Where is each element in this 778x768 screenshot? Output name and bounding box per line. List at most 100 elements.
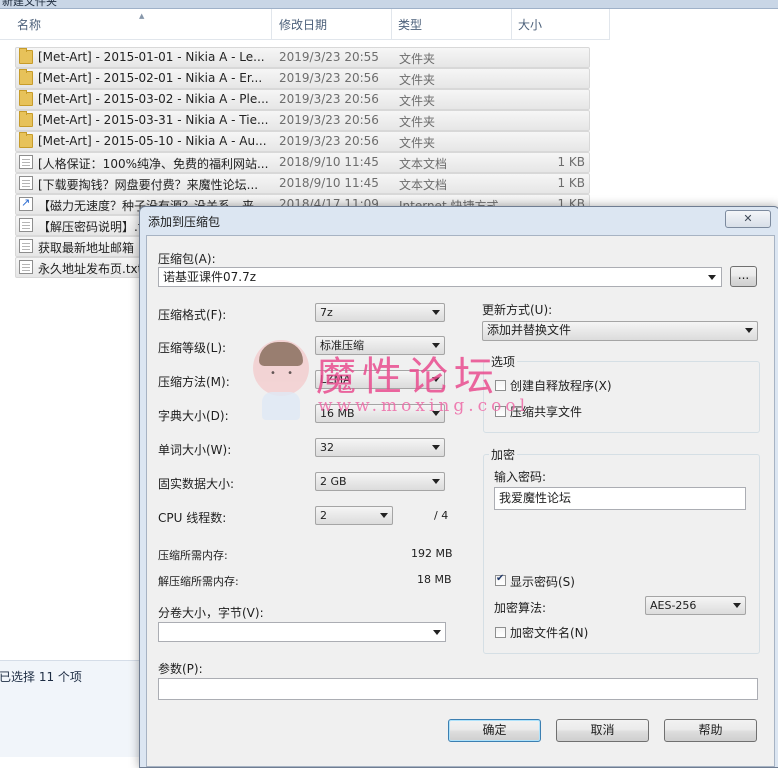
file-row[interactable]: [人格保证：100%纯净、免费的福利网站... 2018/9/10 11:45 文本… — [15, 152, 590, 173]
format-value: 7z — [320, 306, 333, 319]
chevron-down-icon — [708, 275, 716, 280]
ok-button[interactable]: 确定 — [448, 719, 541, 742]
solid-block-label: 固实数据大小: — [158, 477, 235, 491]
column-header-date[interactable]: 修改日期 — [272, 9, 392, 39]
column-header-size[interactable]: 大小 — [512, 9, 610, 39]
chevron-down-icon — [745, 328, 753, 333]
chevron-down-icon — [733, 603, 741, 608]
column-header-name[interactable]: 名称 — [0, 9, 272, 39]
file-type: 文本文档 — [399, 178, 448, 192]
file-name: [人格保证：100%纯净、免费的福利网站... — [38, 157, 269, 171]
file-row[interactable]: [下载要掏钱？网盘要付费？来魔性论坛... 2018/9/10 11:45 文本文档… — [15, 173, 590, 194]
parameters-label: 参数(P): — [158, 662, 203, 676]
encrypt-filenames-label: 加密文件名(N) — [510, 626, 589, 640]
threads-total: / 4 — [434, 509, 449, 522]
archive-label: 压缩包(A): — [158, 252, 216, 266]
file-date: 2019/3/23 20:56 — [279, 134, 379, 148]
file-name: [Met-Art] - 2015-05-10 - Nikia A - Au... — [38, 134, 267, 148]
file-type: 文件夹 — [399, 73, 436, 87]
file-row[interactable]: [Met-Art] - 2015-02-01 - Nikia A - Er...… — [15, 68, 590, 89]
folder-icon — [19, 90, 33, 106]
file-type: 文件夹 — [399, 52, 436, 66]
threads-select[interactable]: 2 — [315, 506, 393, 525]
word-size-label: 单词大小(W): — [158, 443, 232, 457]
file-name: [Met-Art] - 2015-02-01 - Nikia A - Er... — [38, 71, 263, 85]
decompress-memory-value: 18 MB — [417, 573, 452, 586]
archive-path-combobox[interactable]: 诺基亚课件07.7z — [158, 267, 722, 287]
watermark-logo-text: 魔性论坛 — [316, 354, 500, 400]
file-date: 2019/3/23 20:56 — [279, 113, 379, 127]
show-password-label: 显示密码(S) — [510, 575, 575, 589]
cancel-button[interactable]: 取消 — [556, 719, 649, 742]
explorer-title-bar: 新建文件夹 — [0, 0, 778, 9]
explorer-title: 新建文件夹 — [2, 0, 57, 8]
help-button[interactable]: 帮助 — [664, 719, 757, 742]
solid-block-value: 2 GB — [320, 475, 347, 488]
password-input[interactable]: 我爱魔性论坛 — [494, 487, 746, 510]
text-file-icon — [19, 239, 33, 253]
volume-size-combobox[interactable] — [158, 622, 446, 642]
file-row[interactable]: [Met-Art] - 2015-01-01 - Nikia A - Le...… — [15, 47, 590, 68]
file-date: 2019/3/23 20:55 — [279, 50, 379, 64]
file-row[interactable]: [Met-Art] - 2015-05-10 - Nikia A - Au...… — [15, 131, 590, 152]
file-type: 文件夹 — [399, 94, 436, 108]
encryption-method-select[interactable]: AES-256 — [645, 596, 746, 615]
text-file-icon — [19, 176, 33, 190]
cancel-button-label: 取消 — [590, 723, 615, 737]
file-type: 文件夹 — [399, 115, 436, 129]
update-mode-label: 更新方式(U): — [482, 303, 553, 317]
browse-button[interactable]: ... — [730, 266, 757, 287]
folder-icon — [19, 48, 33, 64]
solid-block-select[interactable]: 2 GB — [315, 472, 445, 491]
dialog-client-area: 压缩包(A): 诺基亚课件07.7z ... 压缩格式(F): 7z 压缩等级(… — [146, 235, 775, 767]
parameters-input[interactable] — [158, 678, 758, 700]
format-select[interactable]: 7z — [315, 303, 445, 322]
format-label: 压缩格式(F): — [158, 308, 227, 322]
volume-size-label: 分卷大小，字节(V): — [158, 606, 264, 620]
text-file-icon — [19, 218, 33, 232]
decompress-memory-label: 解压缩所需内存: — [158, 575, 239, 588]
file-name: [Met-Art] - 2015-03-31 - Nikia A - Tie..… — [38, 113, 269, 127]
threads-value: 2 — [320, 509, 327, 522]
file-row[interactable]: [Met-Art] - 2015-03-31 - Nikia A - Tie..… — [15, 110, 590, 131]
folder-icon — [19, 69, 33, 85]
file-date: 2019/3/23 20:56 — [279, 71, 379, 85]
folder-icon — [19, 132, 33, 148]
column-header-date-label: 修改日期 — [279, 18, 328, 32]
file-date: 2019/3/23 20:56 — [279, 92, 379, 106]
watermark-logo-url: www.moxing.cool — [318, 396, 530, 416]
chevron-down-icon — [433, 630, 441, 635]
encryption-group-title: 加密 — [489, 446, 518, 463]
compress-memory-value: 192 MB — [411, 547, 453, 560]
column-header-bar: 名称 ▲ 修改日期 类型 大小 — [0, 9, 610, 40]
file-name: [下载要掏钱？网盘要付费？来魔性论坛... — [38, 178, 259, 192]
update-mode-value: 添加并替换文件 — [487, 323, 572, 337]
show-password-checkbox[interactable] — [495, 573, 506, 586]
method-label: 压缩方法(M): — [158, 375, 230, 389]
encryption-method-label: 加密算法: — [494, 601, 547, 615]
file-size: 1 KB — [557, 176, 585, 190]
chevron-down-icon — [432, 479, 440, 484]
folder-icon — [19, 111, 33, 127]
shortcut-icon — [19, 196, 33, 211]
encryption-method-value: AES-256 — [650, 599, 697, 612]
chevron-down-icon — [432, 310, 440, 315]
file-name: [Met-Art] - 2015-01-01 - Nikia A - Le... — [38, 50, 265, 64]
sort-ascending-icon: ▲ — [139, 12, 145, 20]
file-type: 文本文档 — [399, 157, 448, 171]
close-button[interactable]: ✕ — [725, 210, 771, 228]
encrypt-filenames-checkbox[interactable] — [495, 627, 506, 638]
file-date: 2018/9/10 11:45 — [279, 176, 379, 190]
word-size-select[interactable]: 32 — [315, 438, 445, 457]
column-header-size-label: 大小 — [518, 18, 543, 32]
update-mode-select[interactable]: 添加并替换文件 — [482, 321, 758, 341]
create-sfx-label: 创建自释放程序(X) — [510, 379, 612, 393]
password-value: 我爱魔性论坛 — [499, 491, 572, 505]
file-row[interactable]: [Met-Art] - 2015-03-02 - Nikia A - Ple..… — [15, 89, 590, 110]
column-header-type[interactable]: 类型 — [392, 9, 512, 39]
file-date: 2018/9/10 11:45 — [279, 155, 379, 169]
text-file-icon — [19, 260, 33, 274]
add-to-archive-dialog: 添加到压缩包 ✕ 压缩包(A): 诺基亚课件07.7z ... 压缩格式(F):… — [139, 206, 778, 768]
ok-button-label: 确定 — [482, 723, 507, 737]
watermark-mascot-body — [262, 392, 300, 420]
